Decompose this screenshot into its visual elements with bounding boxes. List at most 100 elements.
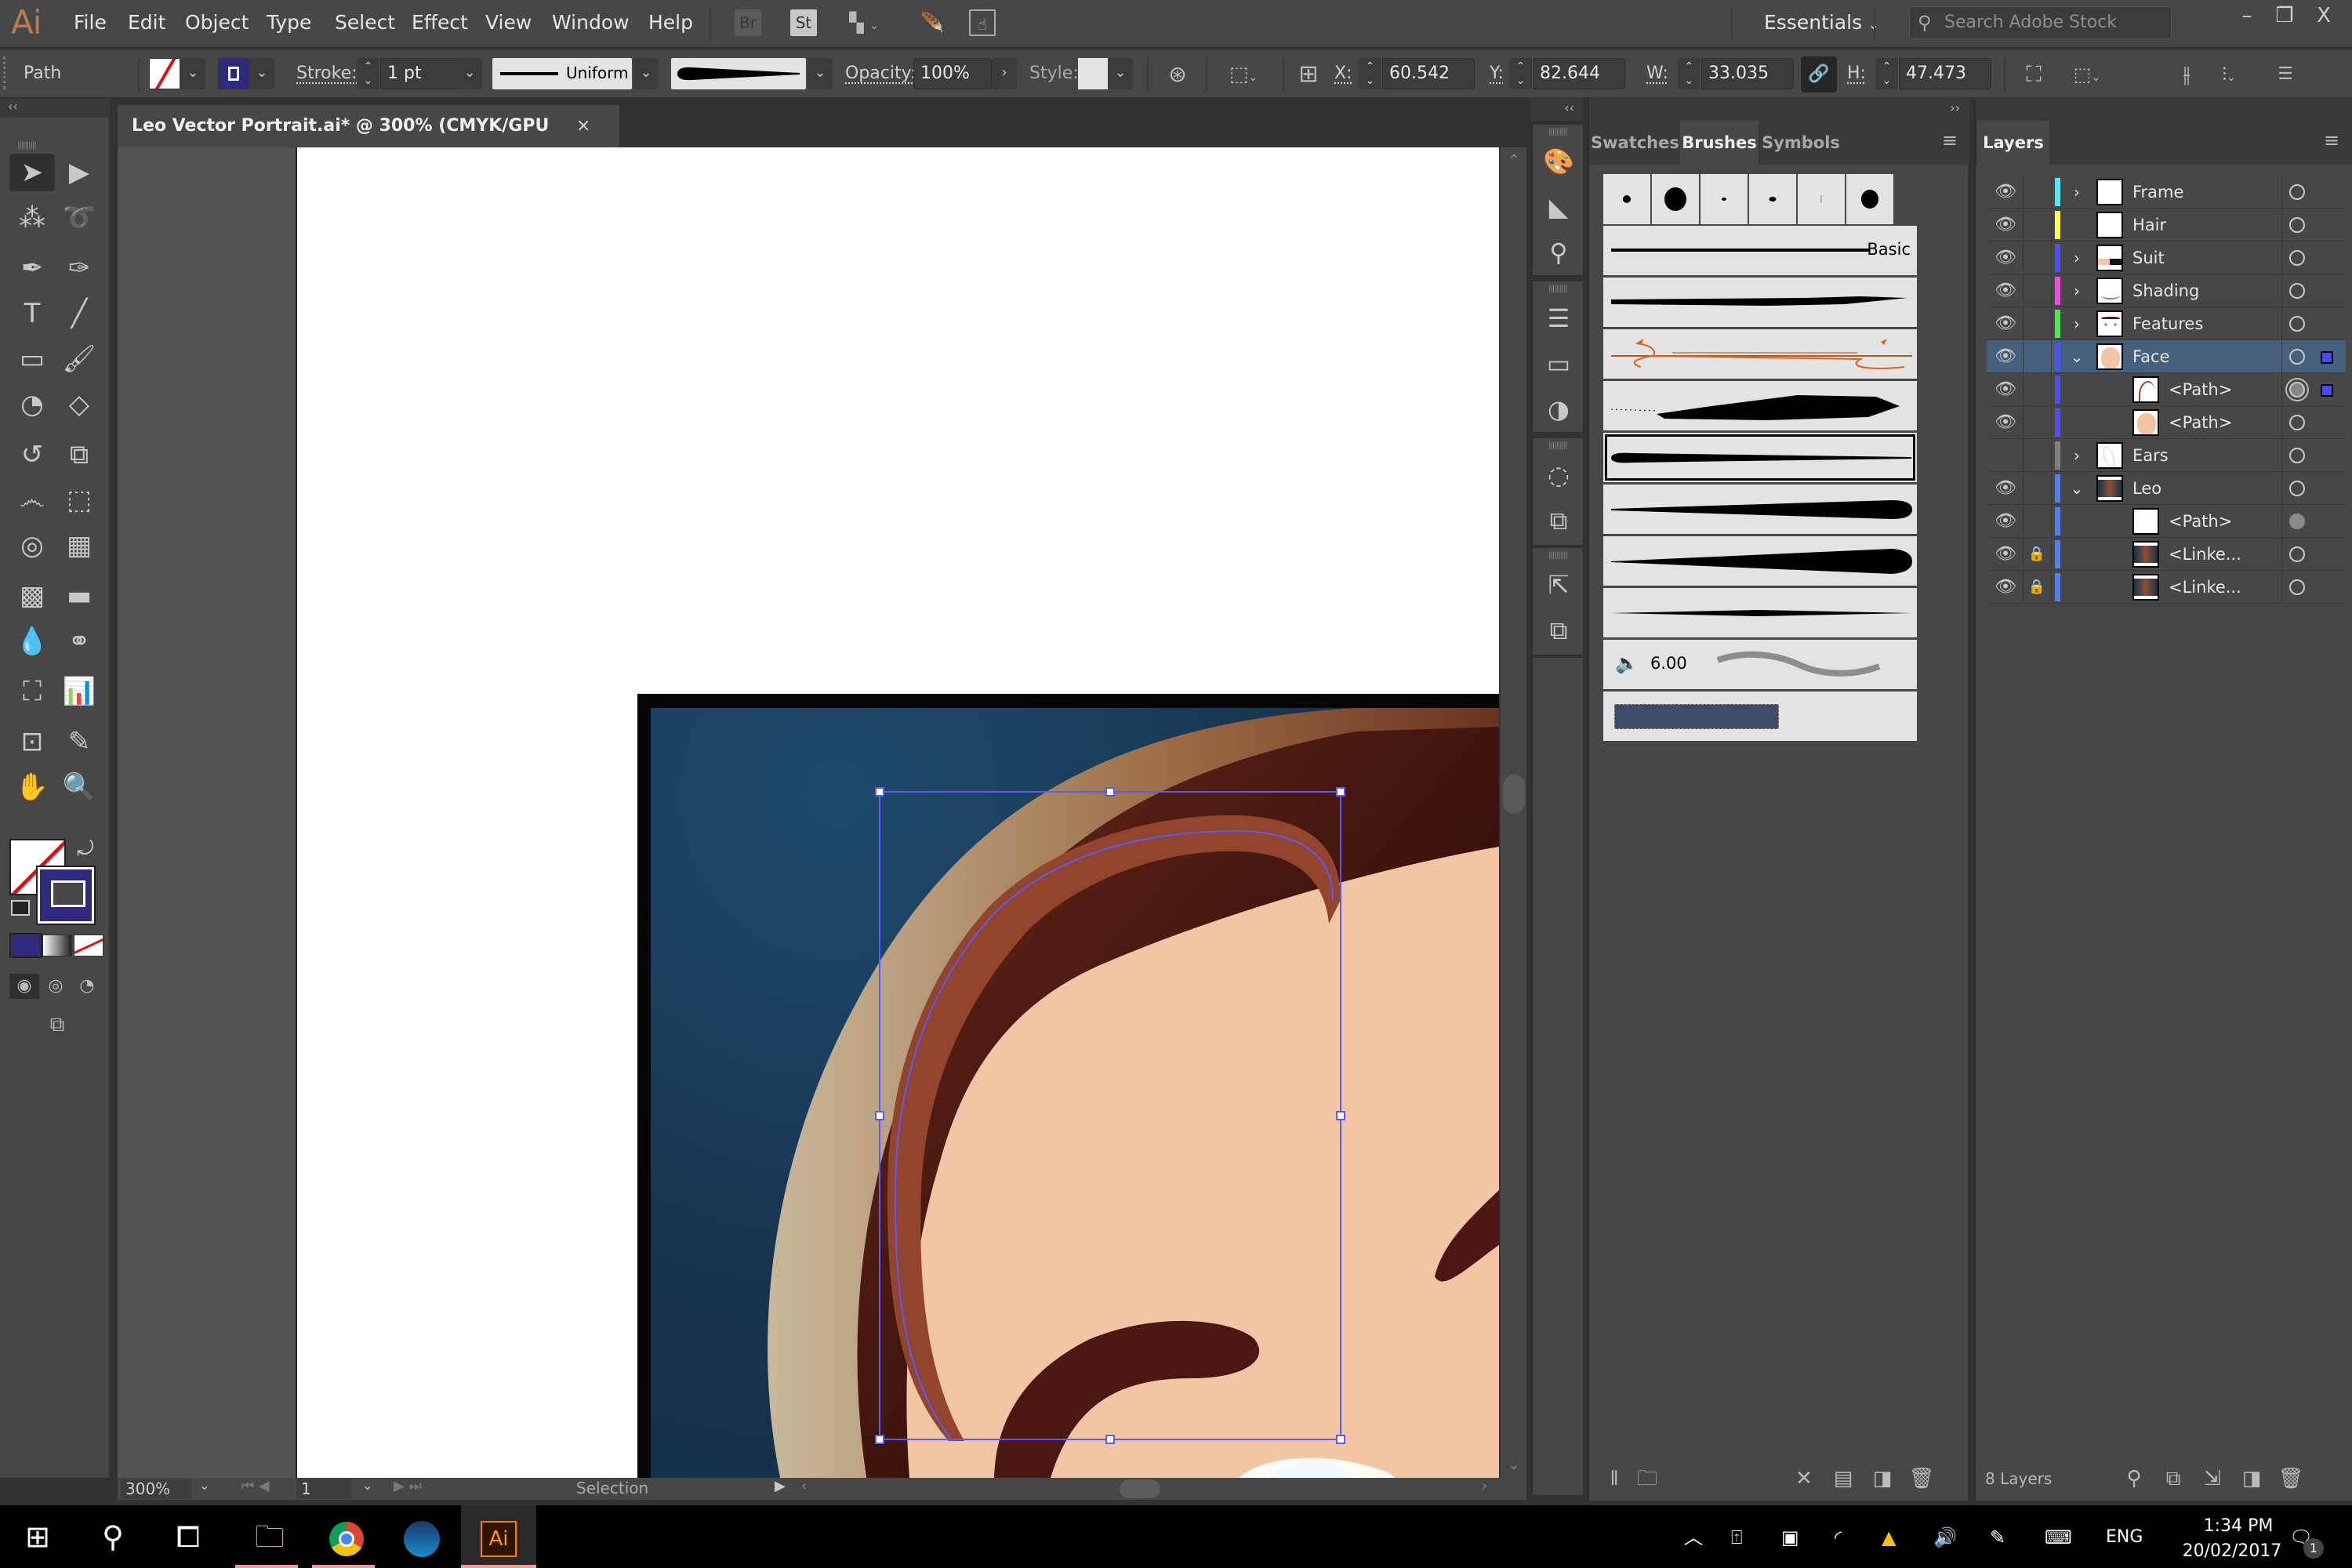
- w-stepper[interactable]: ⌃ ⌄: [1678, 58, 1701, 89]
- draw-behind-icon[interactable]: ◎: [41, 974, 71, 999]
- brush-basic[interactable]: Basic: [1603, 226, 1917, 275]
- menu-edit[interactable]: Edit: [128, 11, 165, 34]
- profile-dropdown[interactable]: ⌄: [633, 58, 659, 89]
- layer-name[interactable]: Face: [2132, 347, 2170, 366]
- menu-help[interactable]: Help: [648, 11, 693, 34]
- panel-menu-icon[interactable]: ≡: [1942, 131, 1961, 150]
- bounding-box-handle[interactable]: [875, 787, 884, 797]
- target-circle-icon[interactable]: [2289, 250, 2305, 266]
- clock-date[interactable]: 20/02/2017: [2173, 1541, 2291, 1561]
- volume-icon[interactable]: 🔊: [1933, 1524, 1957, 1551]
- bounding-box-handle[interactable]: [875, 1111, 884, 1120]
- layer-sublayer-row[interactable]: 👁 <Path>: [1987, 505, 2346, 538]
- pen-tool[interactable]: ✒: [9, 249, 55, 287]
- brush-bristle[interactable]: 🔈 6.00: [1603, 640, 1917, 689]
- stroke-weight-input[interactable]: 1 pt: [380, 58, 459, 89]
- visibility-eye-icon[interactable]: 👁: [1993, 345, 2018, 368]
- layer-sublayer-row[interactable]: 👁 <Path>: [1987, 406, 2346, 439]
- lock-icon[interactable]: 🔒: [2027, 544, 2046, 564]
- fill-color-swatch[interactable]: [149, 58, 180, 89]
- layer-row[interactable]: 👁 › Frame: [1987, 176, 2346, 209]
- panel-collapse-button[interactable]: ››: [1589, 97, 1969, 121]
- stroke-dropdown[interactable]: ⌄: [249, 58, 274, 89]
- bridge-button[interactable]: Br: [735, 9, 761, 36]
- stroke-color-swatch[interactable]: [218, 58, 249, 89]
- mesh-tool[interactable]: ▩: [9, 577, 55, 615]
- layer-row[interactable]: 👁 › Shading: [1987, 274, 2346, 307]
- gradient-icon[interactable]: ▭: [1533, 341, 1584, 387]
- paintbrush-tool[interactable]: 🖌: [56, 340, 102, 378]
- line-segment-tool[interactable]: ╱: [56, 295, 102, 332]
- y-label[interactable]: Y:: [1490, 64, 1504, 83]
- tab-layers[interactable]: Layers: [1977, 121, 2049, 165]
- target-circle-icon[interactable]: [2289, 546, 2305, 562]
- bounding-box-handle[interactable]: [1105, 787, 1115, 797]
- chevron-down-icon[interactable]: ⌄: [2068, 345, 2085, 368]
- brush-ink-splatter[interactable]: [1603, 381, 1917, 430]
- lasso-tool[interactable]: ➰: [56, 199, 102, 237]
- scale-tool[interactable]: ⧉: [56, 436, 102, 474]
- artboard-tool[interactable]: ⊡: [9, 723, 55, 760]
- opacity-label[interactable]: Opacity:: [845, 64, 916, 83]
- task-view-icon[interactable]: ⧠: [151, 1505, 226, 1568]
- warp-tool[interactable]: ෴: [9, 481, 55, 519]
- chevron-right-icon[interactable]: ›: [2068, 180, 2085, 204]
- layer-name[interactable]: <Path>: [2169, 380, 2232, 399]
- stroke-swatch[interactable]: [36, 866, 96, 925]
- close-window-button[interactable]: X: [2305, 3, 2343, 28]
- canvas[interactable]: [118, 147, 1499, 1478]
- visibility-eye-icon[interactable]: 👁: [1993, 575, 2018, 599]
- clock-time[interactable]: 1:34 PM: [2187, 1516, 2289, 1536]
- make-clipping-mask-icon[interactable]: ⧉: [2159, 1465, 2187, 1493]
- dock-grip[interactable]: ||||||||||: [1533, 281, 1583, 296]
- touch-workspace-icon[interactable]: ☝: [969, 9, 996, 36]
- variable-width-profile[interactable]: Uniform: [492, 58, 632, 89]
- windows-start-icon[interactable]: ⊞: [0, 1505, 75, 1568]
- layer-row[interactable]: 👁 ⌄ Leo: [1987, 472, 2346, 505]
- constrain-proportions-link-icon[interactable]: 🔗: [1801, 56, 1837, 93]
- target-circle-icon[interactable]: [2289, 184, 2305, 200]
- swap-fill-stroke-icon[interactable]: ⤾: [77, 837, 94, 862]
- chevron-right-icon[interactable]: ›: [2068, 279, 2085, 303]
- file-explorer-icon[interactable]: 🗀: [232, 1505, 307, 1568]
- zoom-tool[interactable]: 🔍: [56, 768, 102, 806]
- brush-dropdown[interactable]: ⌄: [808, 58, 833, 89]
- scroll-down-icon[interactable]: ⌄: [1501, 1457, 1527, 1473]
- menu-object[interactable]: Object: [185, 11, 249, 34]
- layer-name[interactable]: <Path>: [2169, 413, 2232, 432]
- x-label[interactable]: X:: [1334, 64, 1352, 83]
- lock-icon[interactable]: [2027, 182, 2046, 202]
- target-circle-icon[interactable]: [2289, 448, 2305, 463]
- tab-symbols[interactable]: Symbols: [1760, 121, 1842, 165]
- visibility-eye-icon[interactable]: 👁: [1993, 510, 2018, 533]
- create-sublayer-icon[interactable]: ⇲: [2198, 1465, 2227, 1493]
- artboard-number-input[interactable]: 1: [296, 1479, 351, 1499]
- visibility-eye-icon[interactable]: [1993, 444, 2018, 467]
- transparency-icon[interactable]: ◑: [1533, 387, 1584, 432]
- w-input[interactable]: 33.035 mm: [1701, 58, 1794, 113]
- layer-name[interactable]: Ears: [2132, 446, 2169, 465]
- symbols-connect-icon[interactable]: ⚲: [1533, 230, 1584, 275]
- menu-type[interactable]: Type: [267, 11, 311, 34]
- recolor-artwork-icon[interactable]: ⊛: [1160, 60, 1195, 89]
- brush-denim-pattern[interactable]: [1603, 691, 1917, 741]
- dock-grip[interactable]: ||||||||||: [1533, 548, 1583, 562]
- align-options-icon[interactable]: ⫲: [2172, 60, 2201, 89]
- dock-grip[interactable]: ||||||||||: [1533, 125, 1583, 139]
- locate-object-icon[interactable]: ⚲: [2120, 1465, 2148, 1493]
- h-label[interactable]: H:: [1847, 64, 1866, 83]
- layer-name[interactable]: Frame: [2132, 183, 2183, 201]
- target-circle-icon[interactable]: [2289, 382, 2305, 397]
- lock-icon[interactable]: [2027, 347, 2046, 367]
- y-stepper[interactable]: ⌃ ⌄: [1509, 58, 1533, 89]
- draw-normal-icon[interactable]: ◉: [9, 974, 39, 999]
- selection-indicator[interactable]: [2321, 351, 2333, 364]
- restore-button[interactable]: ❐: [2266, 3, 2303, 28]
- brush-definition[interactable]: [671, 58, 806, 89]
- layer-name[interactable]: Shading: [2132, 281, 2199, 300]
- layer-row[interactable]: 👁 Hair: [1987, 209, 2346, 241]
- search-icon[interactable]: ⚲: [75, 1505, 151, 1568]
- direct-selection-tool[interactable]: ▶: [56, 154, 102, 191]
- target-circle-icon[interactable]: [2289, 316, 2305, 332]
- chevron-right-icon[interactable]: ›: [2068, 312, 2085, 336]
